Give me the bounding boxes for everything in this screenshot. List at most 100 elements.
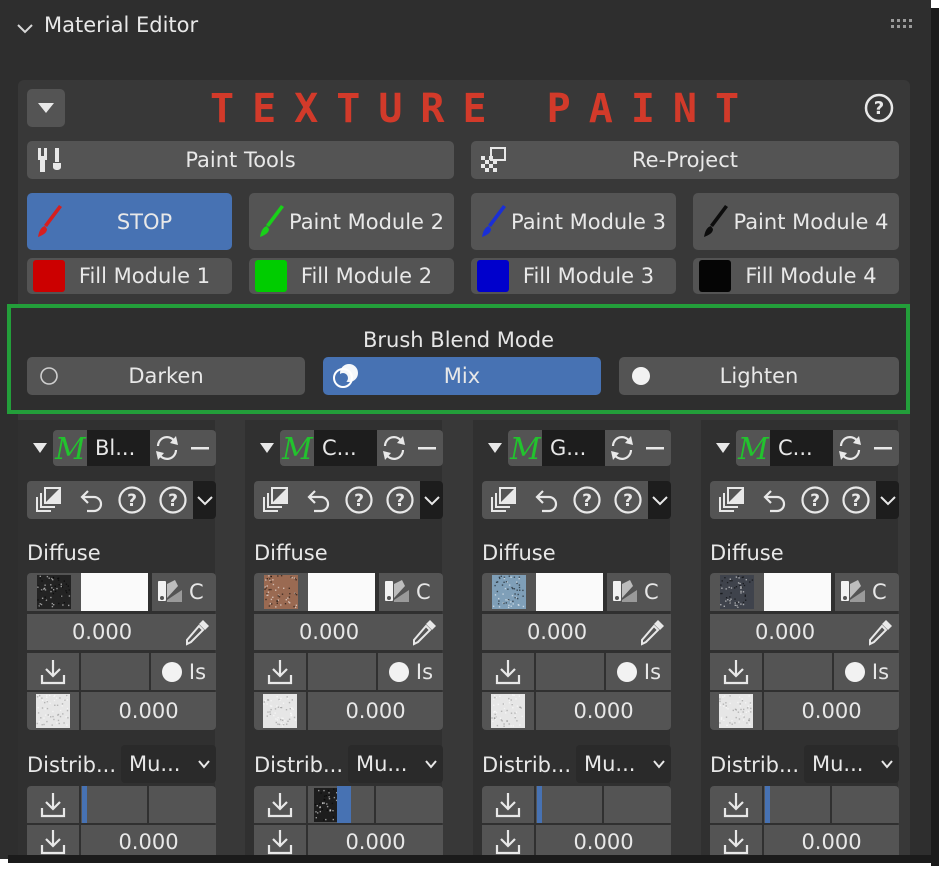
material-name-field[interactable]: G... [542,430,605,466]
value-field[interactable]: 0.000 [254,614,404,650]
color-swatch-white[interactable] [764,573,831,611]
blend-darken-button[interactable]: Darken [27,357,305,395]
distribution-dropdown[interactable]: Mu... [804,745,899,783]
material-type-icon[interactable]: M [508,430,542,466]
download-icon[interactable] [482,653,534,690]
download-icon[interactable] [710,653,762,690]
chevron-down-icon[interactable] [876,481,899,519]
chevron-down-icon[interactable] [420,481,443,519]
undo-icon[interactable] [752,481,794,519]
eyedropper-icon[interactable] [177,614,216,650]
download-icon[interactable] [254,825,306,859]
color-swatch-white[interactable] [308,573,375,611]
help-icon[interactable]: ? [380,481,420,519]
mask-thumbnail[interactable] [710,692,762,730]
texture-thumbnail[interactable] [254,573,308,611]
help-icon[interactable]: ? [608,481,648,519]
refresh-icon[interactable] [377,430,411,466]
undo-icon[interactable] [524,481,566,519]
fill-module-2-button[interactable]: Fill Module 2 [249,258,454,294]
layers-icon[interactable] [710,481,752,519]
paint-module-2-button[interactable]: Paint Module 2 [249,193,454,250]
value-field[interactable]: 0.000 [536,825,671,859]
value-field[interactable]: 0.000 [81,692,216,730]
expand-triangle-icon[interactable] [27,430,53,466]
value-field[interactable]: 0.000 [764,825,899,859]
undo-icon[interactable] [69,481,111,519]
eyedropper-icon[interactable] [860,614,899,650]
empty-slot[interactable] [149,786,216,823]
expand-triangle-icon[interactable] [710,430,736,466]
is-toggle[interactable]: Is [834,653,899,690]
help-icon[interactable]: ? [338,481,380,519]
remove-icon[interactable] [867,430,899,466]
remove-icon[interactable] [639,430,671,466]
value-field[interactable]: 0.000 [308,692,443,730]
value-field[interactable]: 0.000 [27,614,177,650]
color-swatch-white[interactable] [536,573,603,611]
color-swatch-white[interactable] [81,573,148,611]
refresh-icon[interactable] [150,430,184,466]
empty-slot[interactable] [832,786,899,823]
is-toggle[interactable]: Is [378,653,443,690]
blend-mix-button[interactable]: Mix [323,357,601,395]
download-icon[interactable] [27,825,79,859]
is-toggle[interactable]: Is [151,653,216,690]
fill-module-3-button[interactable]: Fill Module 3 [471,258,676,294]
chevron-down-icon[interactable] [193,481,216,519]
is-toggle[interactable]: Is [606,653,671,690]
material-type-icon[interactable]: M [280,430,314,466]
empty-slot[interactable] [536,653,604,690]
paint-module-3-button[interactable]: Paint Module 3 [471,193,676,250]
panel-header[interactable]: Material Editor [0,0,931,56]
distribution-dropdown[interactable]: Mu... [121,745,216,783]
blend-lighten-button[interactable]: Lighten [619,357,899,395]
material-name-field[interactable]: Bl... [87,430,150,466]
expand-triangle-icon[interactable] [254,430,280,466]
layers-icon[interactable] [482,481,524,519]
distribution-dropdown[interactable]: Mu... [576,745,671,783]
paint-mode-button[interactable]: C [152,573,216,611]
refresh-icon[interactable] [605,430,639,466]
fill-module-4-button[interactable]: Fill Module 4 [693,258,899,294]
value-field[interactable]: 0.000 [482,614,632,650]
texture-slot[interactable] [536,786,602,823]
value-field[interactable]: 0.000 [536,692,671,730]
material-name-field[interactable]: C... [314,430,377,466]
chevron-down-icon[interactable] [14,18,36,40]
empty-slot[interactable] [764,653,832,690]
material-type-icon[interactable]: M [736,430,770,466]
paint-tools-button[interactable]: Paint Tools [27,141,454,179]
distribution-dropdown[interactable]: Mu... [348,745,443,783]
eyedropper-icon[interactable] [632,614,671,650]
texture-slot[interactable] [81,786,147,823]
texture-thumbnail[interactable] [710,573,764,611]
paint-mode-button[interactable]: C [379,573,443,611]
paint-module-1-button[interactable]: STOP [27,193,232,250]
download-icon[interactable] [482,786,534,823]
download-icon[interactable] [254,653,306,690]
help-icon[interactable]: ? [111,481,153,519]
paint-mode-button[interactable]: C [607,573,671,611]
download-icon[interactable] [27,653,79,690]
layers-icon[interactable] [254,481,296,519]
remove-icon[interactable] [184,430,216,466]
download-icon[interactable] [710,825,762,859]
undo-icon[interactable] [296,481,338,519]
remove-icon[interactable] [411,430,443,466]
download-icon[interactable] [27,786,79,823]
mask-thumbnail[interactable] [27,692,79,730]
download-icon[interactable] [482,825,534,859]
material-type-icon[interactable]: M [53,430,87,466]
download-icon[interactable] [710,786,762,823]
help-icon[interactable]: ? [864,93,894,123]
layers-icon[interactable] [27,481,69,519]
value-field[interactable]: 0.000 [81,825,216,859]
empty-slot[interactable] [308,653,376,690]
value-field[interactable]: 0.000 [308,825,443,859]
texture-thumbnail[interactable] [27,573,81,611]
help-icon[interactable]: ? [566,481,608,519]
empty-slot[interactable] [604,786,671,823]
help-icon[interactable]: ? [836,481,876,519]
paint-mode-button[interactable]: C [835,573,899,611]
